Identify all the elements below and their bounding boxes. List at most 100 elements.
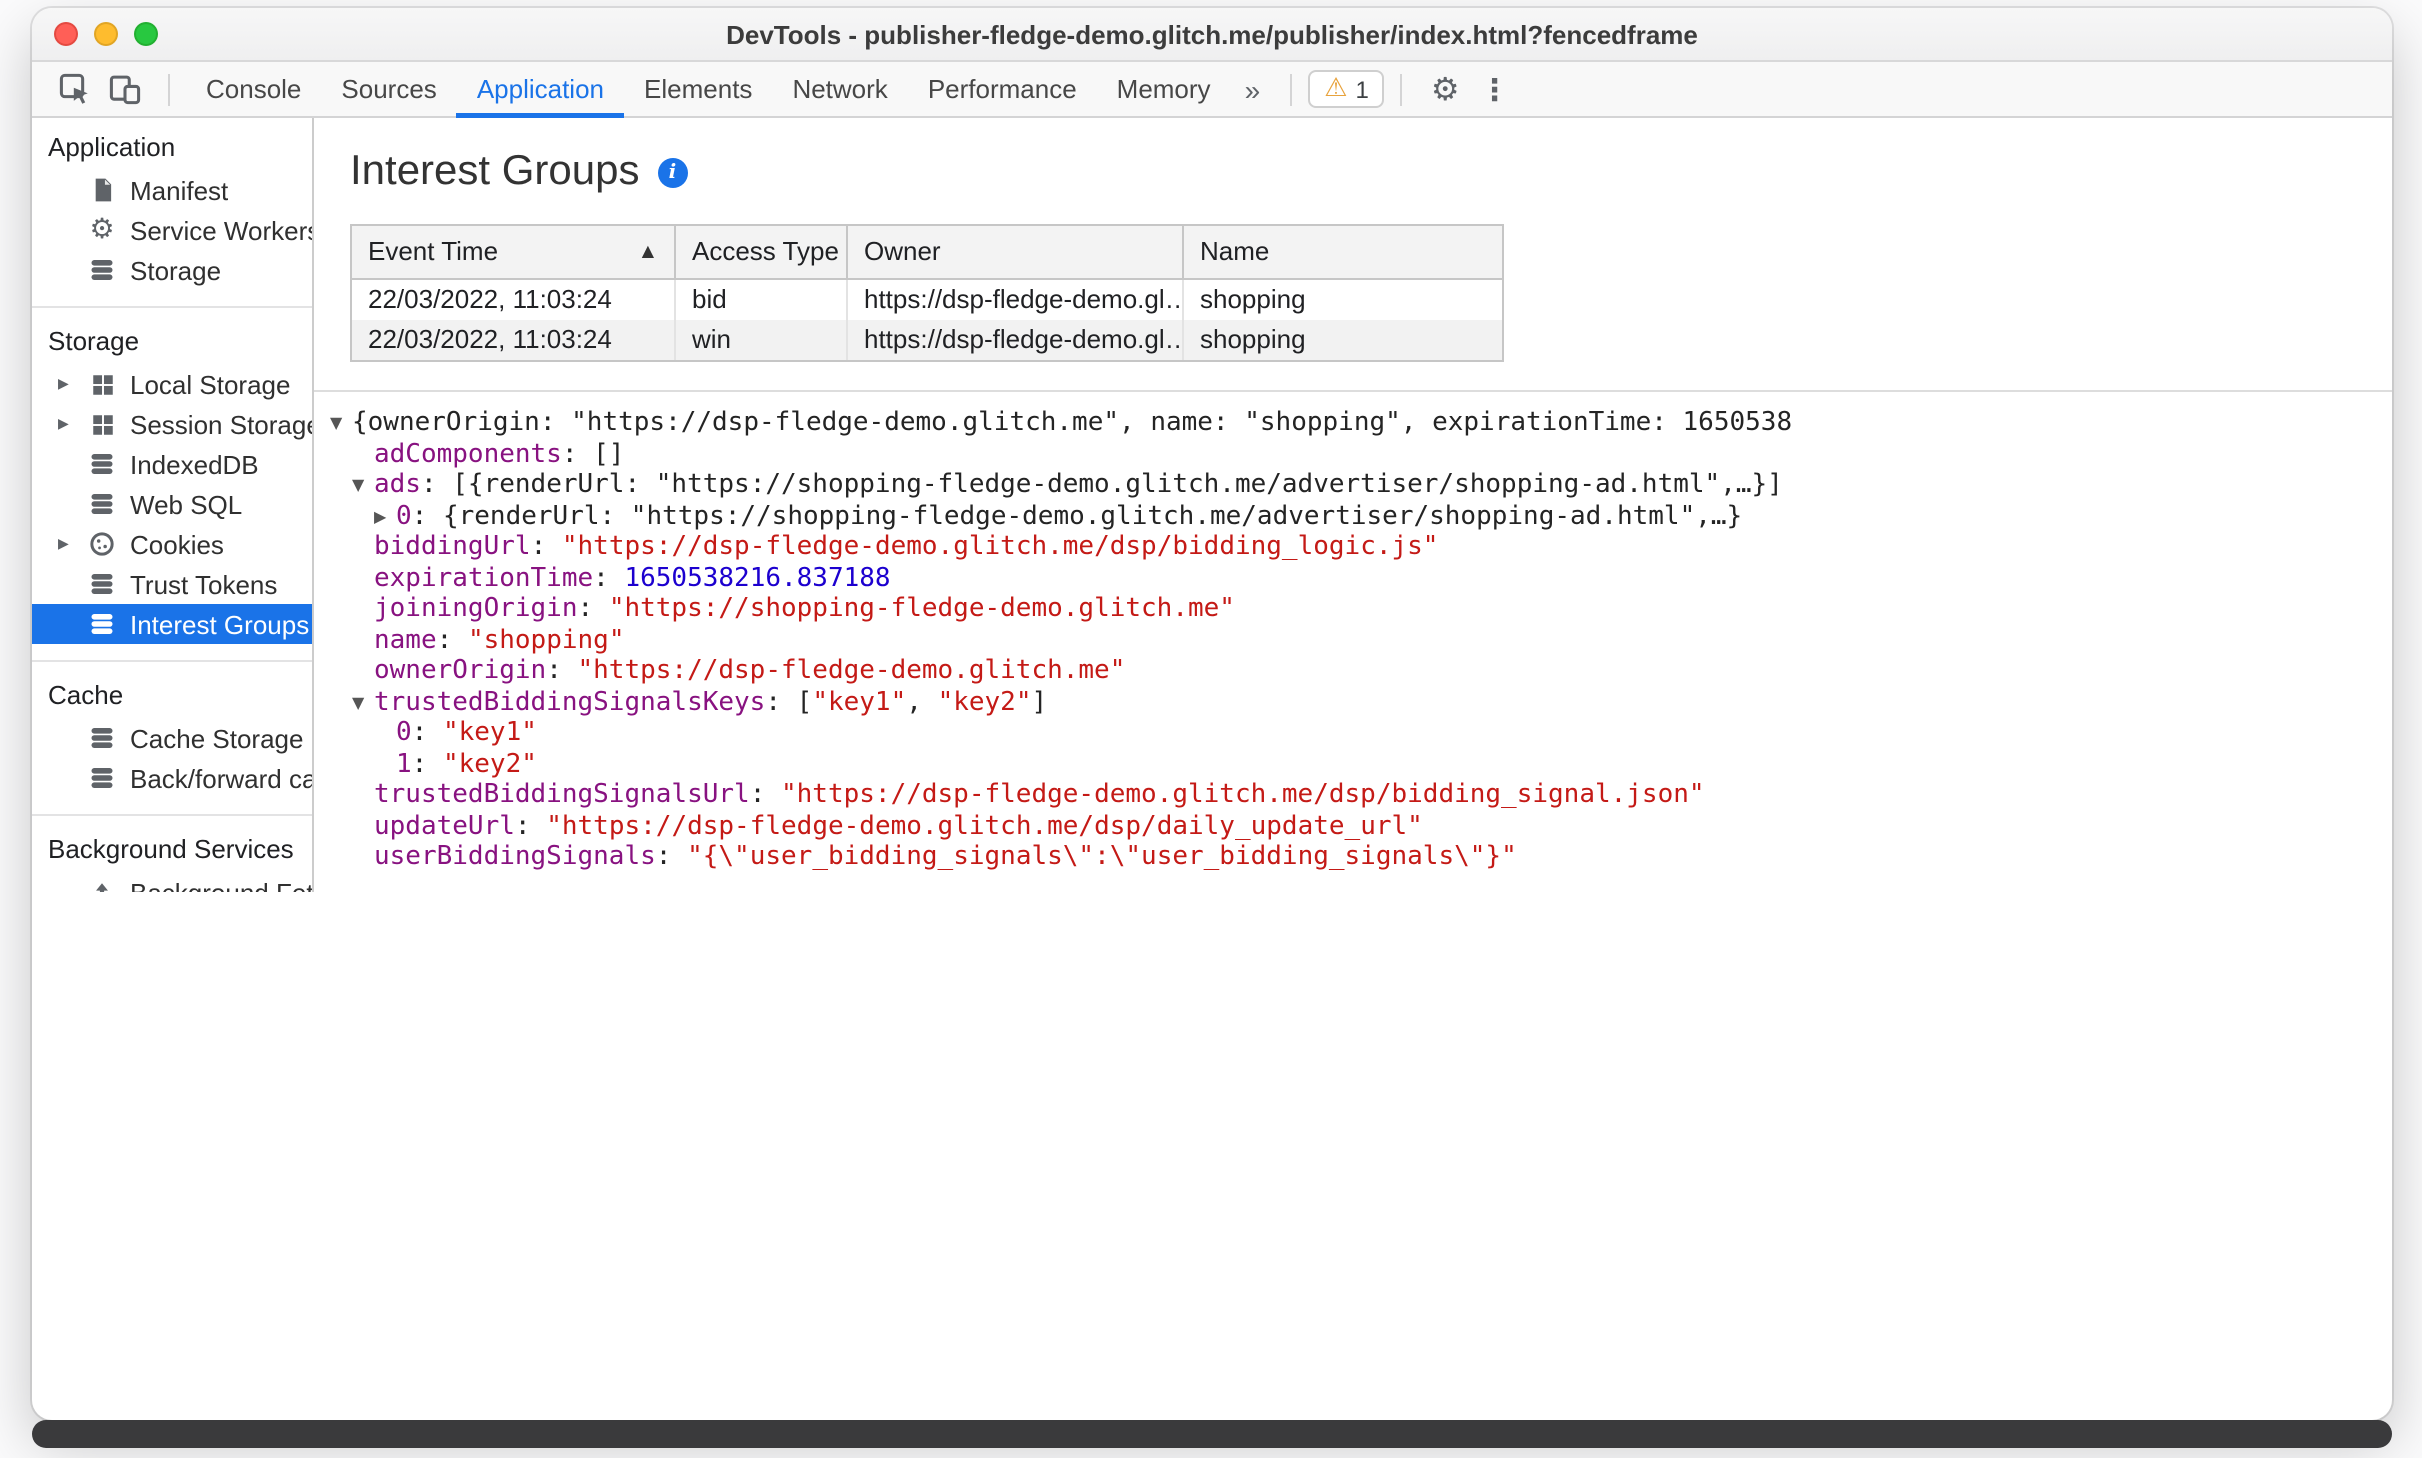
tree-segment-string: "https://dsp-fledge-demo.glitch.me/dsp/d… bbox=[546, 811, 1423, 841]
tree-segment-plain: : [ bbox=[765, 687, 813, 717]
tree-segment-string: "key2" bbox=[937, 687, 1032, 717]
table-cell: bid bbox=[676, 280, 848, 320]
sidebar-section-title: Storage bbox=[48, 326, 140, 356]
sidebar-item-local-storage[interactable]: ▶ Local Storage bbox=[32, 364, 312, 404]
warning-count: 1 bbox=[1355, 75, 1369, 103]
table-cell: shopping bbox=[1184, 320, 1502, 360]
sidebar-section-title: Application bbox=[48, 132, 176, 162]
tree-segment-string: "https://dsp-fledge-demo.glitch.me" bbox=[577, 656, 1126, 686]
window-title: DevTools - publisher-fledge-demo.glitch.… bbox=[726, 19, 1698, 49]
tab-sources[interactable]: Sources bbox=[321, 61, 456, 117]
sidebar-item-label: Manifest bbox=[130, 175, 229, 205]
tree-segment-key: 1 bbox=[396, 749, 412, 779]
close-window-button[interactable] bbox=[54, 22, 78, 46]
tree-segment-plain: : {renderUrl: "https://shopping-fledge-d… bbox=[411, 501, 1743, 531]
column-header-access-type[interactable]: Access Type bbox=[676, 226, 848, 278]
tree-segment-plain: : bbox=[514, 811, 547, 841]
tree-segment-plain: : [] bbox=[561, 439, 625, 469]
table-body: 22/03/2022, 11:03:24 bid https://dsp-fledg… bbox=[352, 280, 1502, 360]
collapse-arrow-icon[interactable]: ▼ bbox=[352, 470, 374, 501]
sidebar-section-storage: Storage ▶ Local Storage ▶ Session Storage Ind… bbox=[32, 306, 312, 644]
cookie-icon bbox=[86, 528, 118, 560]
sidebar-item-manifest[interactable]: Manifest bbox=[32, 170, 312, 210]
background-window-bar bbox=[32, 1420, 2392, 1448]
sidebar-item-storage[interactable]: Storage bbox=[32, 250, 312, 290]
panel-header: Interest Groups i bbox=[350, 146, 2392, 198]
table-header-row: Event Time ▲ Access Type Owner Name bbox=[352, 226, 1502, 280]
tree-line: ▼ trustedBiddingSignalsKeys: ["key1", "ke… bbox=[314, 687, 2392, 718]
sidebar-item-cache-storage[interactable]: Cache Storage bbox=[32, 718, 312, 758]
minimize-window-button[interactable] bbox=[94, 22, 118, 46]
tree-segment-string: "key1" bbox=[812, 687, 907, 717]
tree-segment-key: name bbox=[374, 625, 437, 655]
sidebar-item-label: Background Fetch bbox=[130, 877, 312, 892]
sidebar-item-session-storage[interactable]: ▶ Session Storage bbox=[32, 404, 312, 444]
expand-arrow-icon[interactable]: ▶ bbox=[58, 376, 86, 392]
expand-arrow-icon[interactable]: ▶ bbox=[374, 501, 396, 532]
info-icon[interactable]: i bbox=[657, 157, 688, 187]
sidebar-item-web-sql[interactable]: Web SQL bbox=[32, 484, 312, 524]
database-icon bbox=[86, 254, 118, 286]
settings-gear-icon[interactable]: ⚙ bbox=[1419, 70, 1472, 108]
sidebar-item-label: IndexedDB bbox=[130, 449, 259, 479]
sidebar-section-title: Background Services bbox=[48, 834, 294, 864]
fullscreen-window-button[interactable] bbox=[134, 22, 158, 46]
table-row[interactable]: 22/03/2022, 11:03:24 win https://dsp-fledg… bbox=[352, 320, 1502, 360]
tree-segment-key: adComponents bbox=[374, 439, 562, 469]
traffic-lights bbox=[32, 22, 158, 46]
column-header-owner[interactable]: Owner bbox=[848, 226, 1184, 278]
column-header-event-time[interactable]: Event Time ▲ bbox=[352, 226, 676, 278]
devtools-window: DevTools - publisher-fledge-demo.glitch.… bbox=[32, 8, 2392, 1420]
sidebar-item-cookies[interactable]: ▶ Cookies bbox=[32, 524, 312, 564]
tree-segment-key: ownerOrigin bbox=[374, 656, 547, 686]
tab-memory[interactable]: Memory bbox=[1097, 61, 1231, 117]
collapse-arrow-icon[interactable]: ▼ bbox=[330, 408, 352, 439]
tree-line: 0: "key1" bbox=[314, 718, 2392, 749]
sidebar-item-label: Local Storage bbox=[130, 369, 291, 399]
issues-warning-badge[interactable]: ⚠ 1 bbox=[1308, 70, 1385, 108]
tree-line: userBiddingSignals: "{\"user_bidding_sig… bbox=[314, 842, 2392, 873]
tab-console[interactable]: Console bbox=[186, 61, 321, 117]
device-toolbar-icon[interactable] bbox=[102, 67, 146, 111]
table-cell: https://dsp-fledge-demo.gl… bbox=[848, 280, 1184, 320]
tree-segment-plain: : bbox=[411, 749, 443, 779]
table-cell: 22/03/2022, 11:03:24 bbox=[352, 280, 676, 320]
expand-arrow-icon[interactable]: ▶ bbox=[58, 416, 86, 432]
tree-segment-string: "key2" bbox=[442, 749, 537, 779]
tree-segment-key: expirationTime bbox=[374, 563, 594, 593]
sort-ascending-icon: ▲ bbox=[641, 242, 654, 260]
more-tabs-button[interactable]: » bbox=[1231, 73, 1275, 105]
json-tree: ▼ {ownerOrigin: "https://dsp-fledge-demo.… bbox=[314, 392, 2392, 873]
sidebar-item-background-fetch[interactable]: Background Fetch bbox=[32, 872, 312, 892]
tab-network[interactable]: Network bbox=[772, 61, 907, 117]
sidebar-item-back-forward-cach[interactable]: Back/forward cach bbox=[32, 758, 312, 798]
sidebar-section-background-services: Background Services Background Fetch bbox=[32, 814, 312, 892]
sidebar-item-indexeddb[interactable]: IndexedDB bbox=[32, 444, 312, 484]
column-header-name[interactable]: Name bbox=[1184, 226, 1502, 278]
tree-segment-plain: : bbox=[577, 594, 609, 624]
tree-segment-string: "key1" bbox=[442, 718, 537, 748]
tab-performance[interactable]: Performance bbox=[908, 61, 1097, 117]
table-row[interactable]: 22/03/2022, 11:03:24 bid https://dsp-fledg… bbox=[352, 280, 1502, 320]
gear-icon: ⚙ bbox=[89, 214, 115, 246]
more-options-icon[interactable]: ⋮ bbox=[1472, 71, 1518, 107]
tab-application[interactable]: Application bbox=[457, 61, 624, 117]
tree-segment-key: trustedBiddingSignalsKeys bbox=[374, 687, 766, 717]
toolbar-separator bbox=[168, 73, 170, 105]
tree-segment-plain: : [{renderUrl: "https://shopping-fledge-… bbox=[420, 470, 1783, 500]
sidebar-item-label: Web SQL bbox=[130, 489, 243, 519]
tree-segment-plain: : bbox=[436, 625, 468, 655]
titlebar[interactable]: DevTools - publisher-fledge-demo.glitch.… bbox=[32, 8, 2392, 62]
main-panel: Interest Groups i Event Time ▲ Access Ty… bbox=[314, 118, 2392, 892]
sidebar-item-trust-tokens[interactable]: Trust Tokens bbox=[32, 564, 312, 604]
tab-elements[interactable]: Elements bbox=[624, 61, 772, 117]
sidebar-item-label: Cache Storage bbox=[130, 723, 304, 753]
sidebar-item-service-workers[interactable]: ⚙ Service Workers bbox=[32, 210, 312, 250]
table-icon bbox=[86, 408, 118, 440]
collapse-arrow-icon[interactable]: ▼ bbox=[352, 687, 374, 718]
sidebar-item-interest-groups[interactable]: Interest Groups bbox=[32, 604, 312, 644]
inspect-element-icon[interactable] bbox=[52, 67, 96, 111]
tab-strip: Console Sources Application Elements Network… bbox=[186, 61, 1231, 117]
expand-arrow-icon[interactable]: ▶ bbox=[58, 536, 86, 552]
tree-line: ownerOrigin: "https://dsp-fledge-demo.gl… bbox=[314, 656, 2392, 687]
